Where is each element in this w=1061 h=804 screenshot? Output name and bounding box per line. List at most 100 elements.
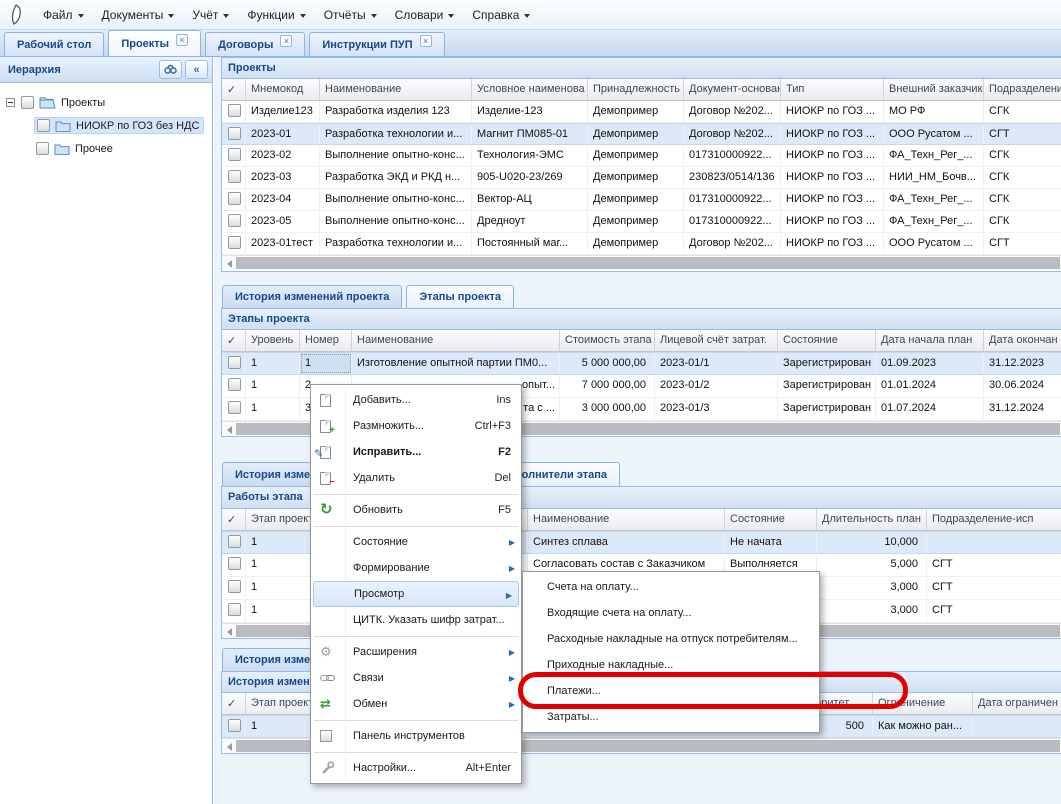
scroll-left-icon[interactable]	[227, 426, 232, 434]
close-icon[interactable]: ×	[280, 35, 292, 47]
tree-item-projects[interactable]: Проекты	[0, 91, 212, 114]
column-header[interactable]: Наименование	[320, 79, 472, 100]
menu-item-exchange[interactable]: ⇄ Обмен▶	[311, 691, 521, 717]
table-row[interactable]: 2023-03 Разработка ЭКД и РКД н... 905-U0…	[222, 167, 1061, 189]
tab-desktop[interactable]: Рабочий стол	[4, 32, 104, 56]
column-header[interactable]: Уровень	[246, 330, 300, 351]
menu-documents[interactable]: Документы	[93, 4, 184, 26]
menu-item-toolbar-toggle[interactable]: Панель инструментов	[311, 723, 521, 749]
tab-project-stages[interactable]: Этапы проекта	[406, 285, 514, 308]
menu-item-duplicate[interactable]: + Размножить...Ctrl+F3	[311, 413, 521, 439]
row-checkbox[interactable]	[228, 104, 241, 117]
menu-item-links[interactable]: Связи▶	[311, 665, 521, 691]
submenu-item-payments[interactable]: Платежи...	[523, 678, 819, 704]
check-column-header[interactable]: ✓	[222, 693, 246, 714]
column-header[interactable]: Наименование	[352, 330, 560, 351]
table-row[interactable]: 2023-02 Выполнение опытно-конс... Технол…	[222, 145, 1061, 167]
menu-functions[interactable]: Функции	[238, 4, 314, 26]
menu-item-settings[interactable]: Настройки...Alt+Enter	[311, 755, 521, 781]
row-checkbox[interactable]	[228, 557, 241, 570]
menu-item-forming[interactable]: Формирование▶	[311, 555, 521, 581]
check-column-header[interactable]: ✓	[222, 79, 246, 100]
collapse-panel-icon[interactable]: «	[185, 60, 208, 79]
scroll-left-icon[interactable]	[227, 628, 232, 636]
tree-checkbox[interactable]	[21, 96, 34, 109]
tree-item-other[interactable]: Прочее	[0, 137, 212, 160]
column-header[interactable]: Дата ограничен	[973, 693, 1061, 714]
menu-item-delete[interactable]: − УдалитьDel	[311, 465, 521, 491]
row-checkbox[interactable]	[228, 580, 241, 593]
column-header[interactable]: Дата начала план	[876, 330, 984, 351]
submenu-item-costs[interactable]: Затраты...	[523, 704, 819, 730]
row-checkbox[interactable]	[228, 236, 241, 249]
tab-projects[interactable]: Проекты×	[108, 30, 201, 56]
tree-checkbox[interactable]	[37, 119, 50, 132]
column-header[interactable]: Подразделение-исп	[927, 509, 1061, 530]
table-row[interactable]: 2023-01тест Разработка технологии и... П…	[222, 233, 1061, 255]
column-header[interactable]: Принадлежность	[588, 79, 684, 100]
tree-item-niokr[interactable]: НИОКР по ГОЗ без НДС	[0, 114, 212, 137]
row-checkbox[interactable]	[228, 214, 241, 227]
row-checkbox[interactable]	[228, 401, 241, 414]
table-row-selected[interactable]: 2023-01 Разработка технологии и... Магни…	[222, 123, 1061, 145]
submenu-item-invoices[interactable]: Счета на оплату...	[523, 574, 819, 600]
column-header-sorted[interactable]: Длительность план▼	[817, 509, 927, 530]
tab-contracts[interactable]: Договоры×	[205, 32, 305, 56]
menu-item-edit[interactable]: ✎ Исправить...F2	[311, 439, 521, 465]
column-header[interactable]: Состояние	[725, 509, 817, 530]
row-checkbox[interactable]	[228, 148, 241, 161]
column-header[interactable]: Стоимость этапа	[560, 330, 655, 351]
row-checkbox[interactable]	[228, 356, 241, 369]
table-row[interactable]: 2023-04 Выполнение опытно-конс... Вектор…	[222, 189, 1061, 211]
row-checkbox[interactable]	[228, 535, 241, 548]
close-icon[interactable]: ×	[420, 35, 432, 47]
column-header[interactable]: Документ-основан	[684, 79, 781, 100]
column-header[interactable]: Состояние	[778, 330, 876, 351]
tab-project-history[interactable]: История изменений проекта	[222, 285, 402, 308]
column-header[interactable]: Лицевой счёт затрат.	[655, 330, 778, 351]
column-header[interactable]: Ограничение	[873, 693, 973, 714]
table-row[interactable]: Изделие123 Разработка изделия 123 Издели…	[222, 101, 1061, 123]
menu-accounting[interactable]: Учёт	[183, 4, 238, 26]
submenu-item-incoming-waybills[interactable]: Приходные накладные...	[523, 652, 819, 678]
row-checkbox[interactable]	[228, 127, 241, 140]
column-header[interactable]: Условное наименова	[472, 79, 588, 100]
column-header[interactable]: Наименование	[528, 509, 725, 530]
column-header[interactable]: Тип	[781, 79, 884, 100]
column-header[interactable]: Дата окончан	[984, 330, 1061, 351]
column-header[interactable]: Номер	[300, 330, 352, 351]
horizontal-scrollbar[interactable]	[222, 255, 1061, 270]
collapse-expander-icon[interactable]	[6, 98, 15, 107]
menu-dictionaries[interactable]: Словари	[386, 4, 464, 26]
column-header[interactable]: Мнемокод	[246, 79, 320, 100]
menu-file[interactable]: Файл	[34, 4, 93, 26]
submenu-item-incoming-invoices[interactable]: Входящие счета на оплату...	[523, 600, 819, 626]
menu-item-state[interactable]: Состояние▶	[311, 529, 521, 555]
row-checkbox[interactable]	[228, 719, 241, 732]
row-checkbox[interactable]	[228, 378, 241, 391]
menu-item-add[interactable]: Добавить...Ins	[311, 387, 521, 413]
table-row-selected[interactable]: 1 1 Изготовление опытной партии ПМ0... 5…	[222, 352, 1061, 375]
scroll-left-icon[interactable]	[227, 743, 232, 751]
check-column-header[interactable]: ✓	[222, 509, 246, 530]
tree-checkbox[interactable]	[36, 142, 49, 155]
scrollbar-thumb[interactable]	[236, 257, 1060, 269]
table-row[interactable]: 2023-05 Выполнение опытно-конс... Дредно…	[222, 211, 1061, 233]
row-checkbox[interactable]	[228, 192, 241, 205]
menu-item-view[interactable]: Просмотр▶	[313, 581, 519, 607]
menu-item-refresh[interactable]: ↻ ОбновитьF5	[311, 497, 521, 523]
row-checkbox[interactable]	[228, 603, 241, 616]
menu-help[interactable]: Справка	[463, 4, 539, 26]
scroll-left-icon[interactable]	[227, 260, 232, 268]
row-checkbox[interactable]	[228, 170, 241, 183]
column-header[interactable]: Подразделение	[984, 79, 1061, 100]
search-icon[interactable]	[159, 60, 182, 79]
close-icon[interactable]: ×	[176, 34, 188, 46]
menu-reports[interactable]: Отчёты	[315, 4, 386, 26]
check-column-header[interactable]: ✓	[222, 330, 246, 351]
menu-item-extensions[interactable]: ⚙ Расширения▶	[311, 639, 521, 665]
submenu-item-outgoing-waybills[interactable]: Расходные накладные на отпуск потребител…	[523, 626, 819, 652]
tab-instructions[interactable]: Инструкции ПУП×	[309, 32, 444, 56]
column-header[interactable]: Внешний заказчик	[884, 79, 984, 100]
menu-item-citk-cost-code[interactable]: ЦИТК. Указать шифр затрат...	[311, 607, 521, 633]
